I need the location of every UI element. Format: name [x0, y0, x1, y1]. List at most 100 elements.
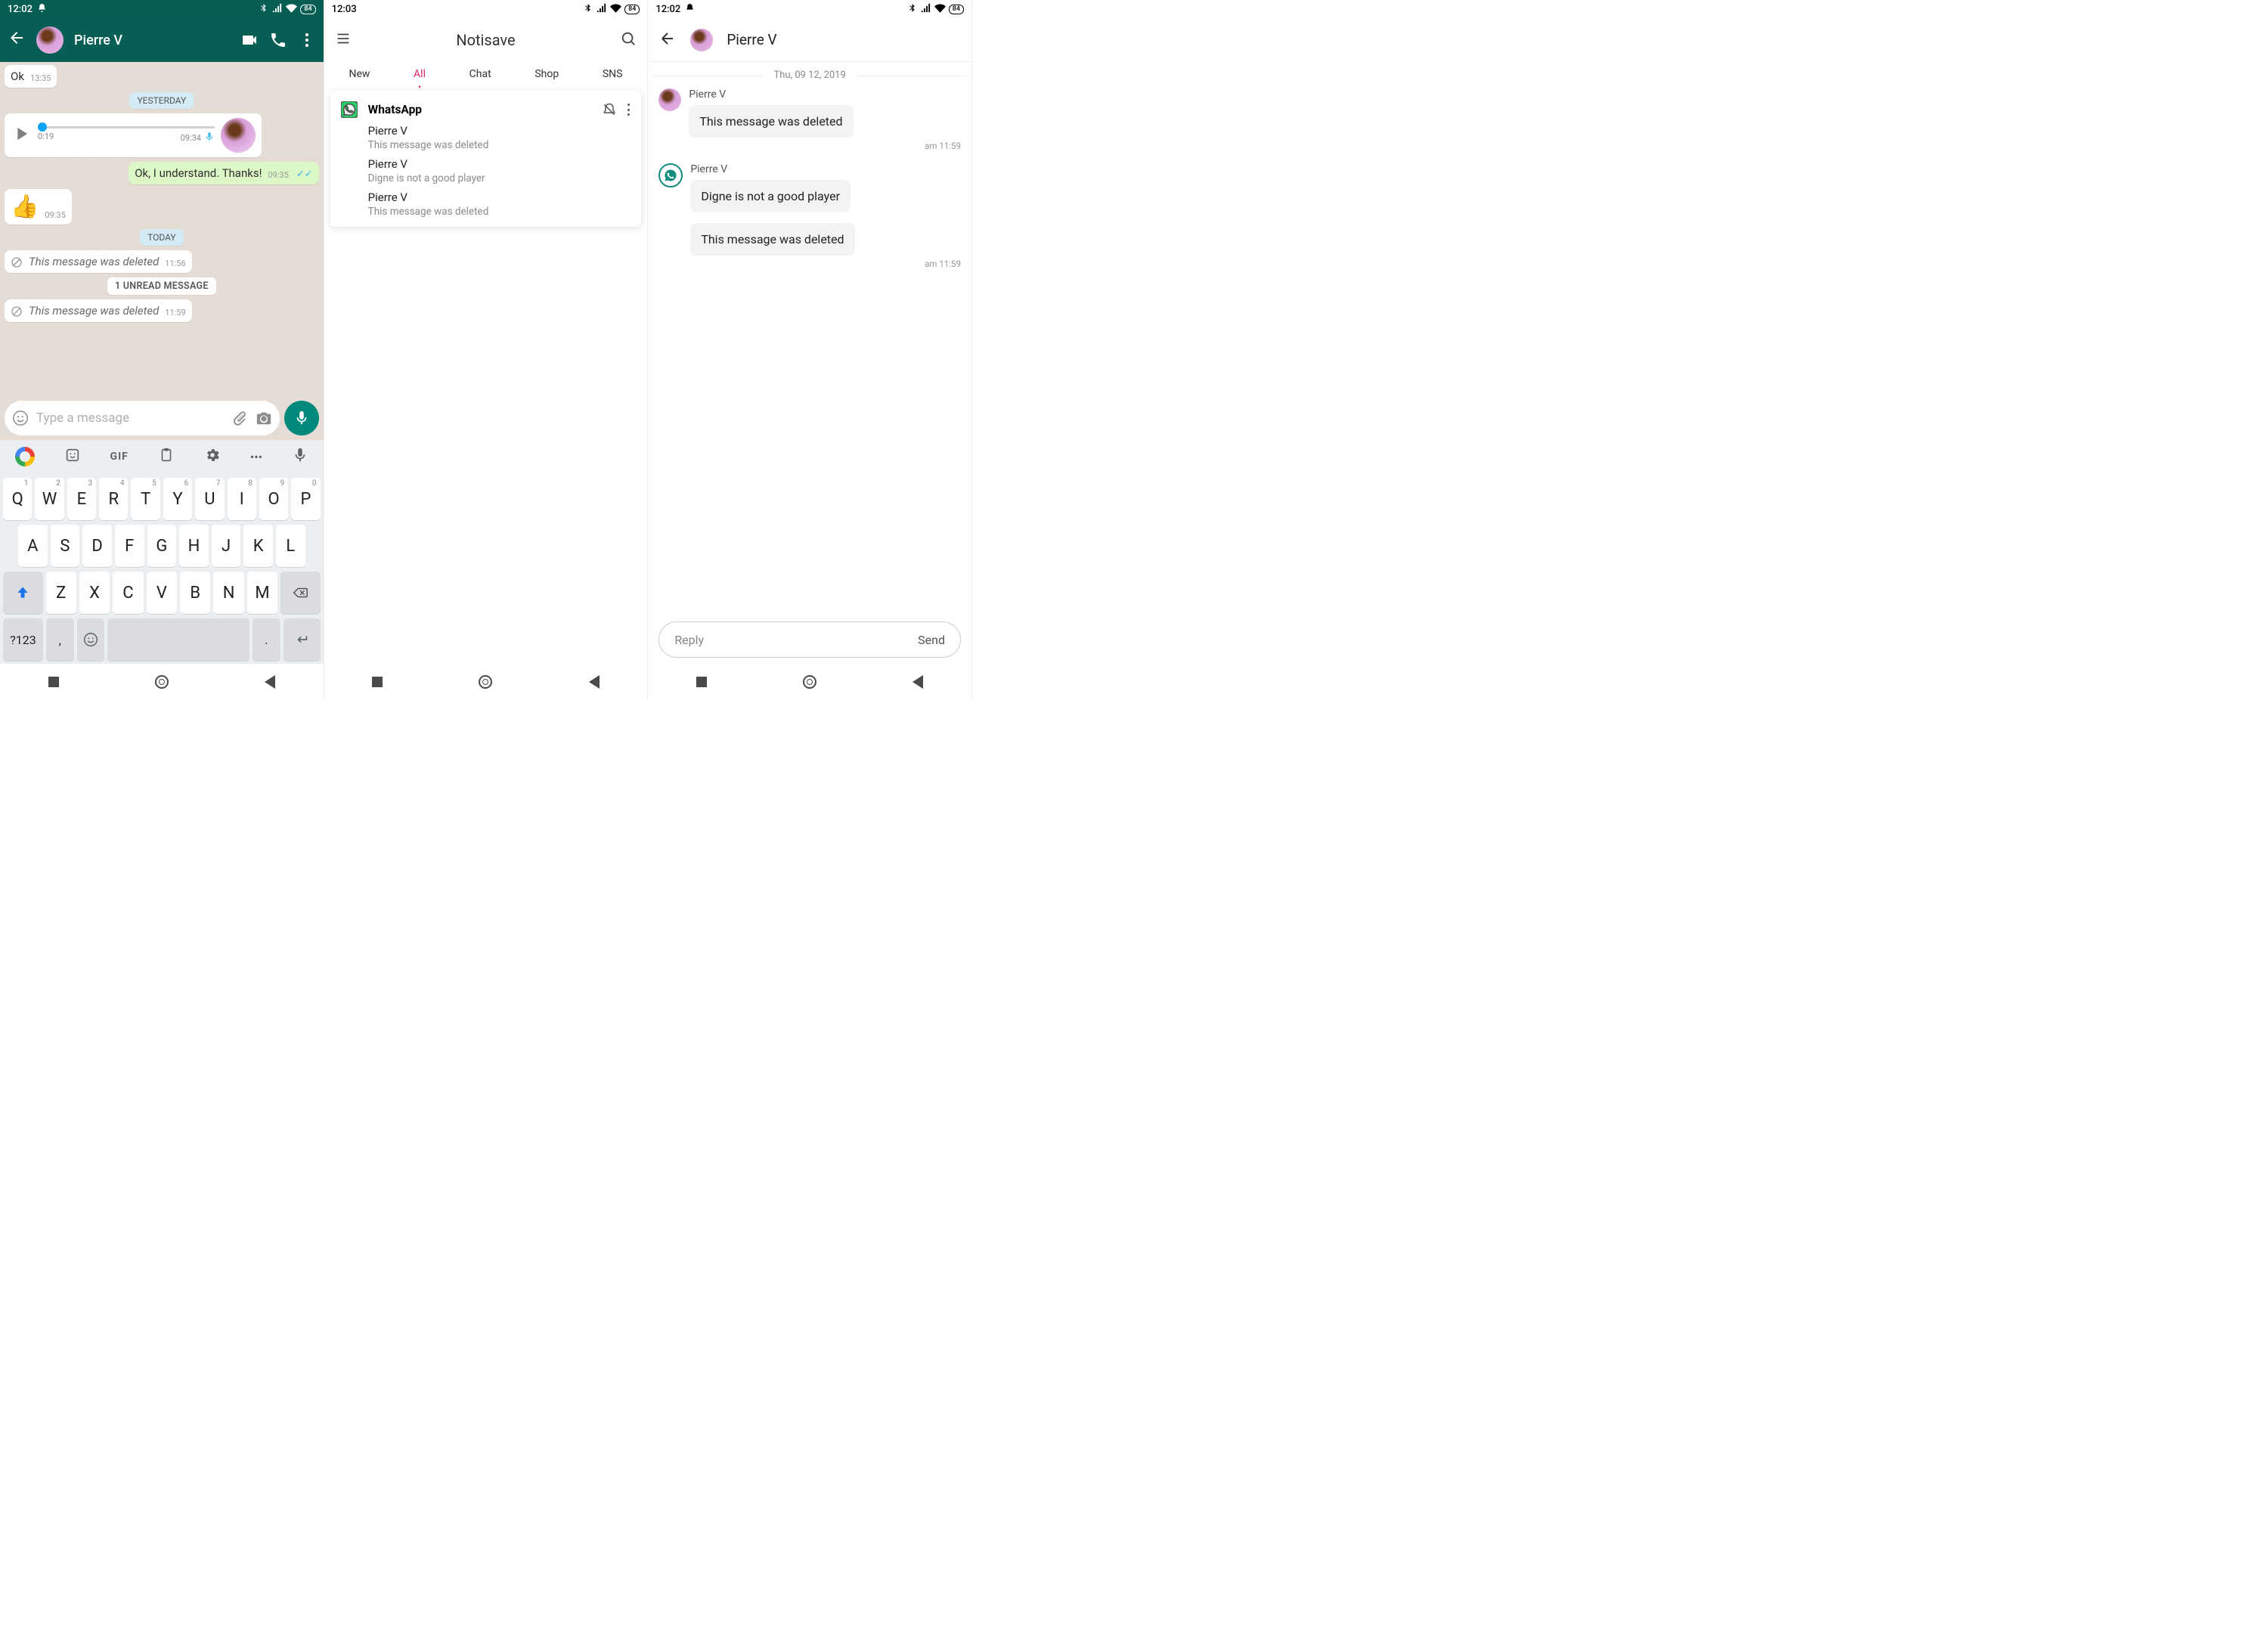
deleted-icon — [11, 305, 23, 318]
key-z[interactable]: Z — [46, 572, 76, 614]
message-time: 13:35 — [30, 73, 51, 83]
google-icon[interactable] — [15, 447, 35, 466]
mute-icon[interactable] — [602, 102, 617, 117]
search-icon[interactable] — [620, 30, 637, 50]
clipboard-icon[interactable] — [158, 447, 175, 466]
deleted-message[interactable]: This message was deleted 11:59 — [5, 299, 192, 322]
hamburger-icon[interactable] — [335, 30, 352, 50]
notif-body: This message was deleted — [368, 139, 631, 151]
key-i[interactable]: I8 — [228, 478, 256, 520]
message-bubble[interactable]: Ok 13:35 — [5, 65, 57, 88]
key-m[interactable]: M — [247, 572, 277, 614]
voice-input-icon[interactable] — [292, 447, 308, 466]
key-l[interactable]: L — [276, 525, 305, 567]
keyboard-toolbar: GIF ••• — [0, 440, 324, 473]
key-j[interactable]: J — [212, 525, 241, 567]
record-voice-button[interactable] — [284, 401, 319, 435]
sticker-icon[interactable] — [64, 447, 81, 466]
reply-input[interactable]: Reply Send — [658, 621, 961, 658]
back-button[interactable] — [265, 675, 275, 689]
send-button[interactable]: Send — [918, 633, 945, 647]
settings-icon[interactable] — [204, 447, 221, 466]
key-k[interactable]: K — [243, 525, 273, 567]
key-q[interactable]: Q1 — [3, 478, 32, 520]
contact-avatar[interactable] — [36, 26, 64, 54]
sender-name: Pierre V — [690, 163, 961, 175]
key-y[interactable]: Y6 — [163, 478, 192, 520]
key-b[interactable]: B — [180, 572, 210, 614]
shift-key[interactable] — [3, 572, 43, 614]
back-button[interactable] — [912, 675, 923, 689]
message-bubble-out[interactable]: Ok, I understand. Thanks! 09:35 ✓✓ — [129, 162, 318, 184]
tab-sns[interactable]: SNS — [603, 68, 623, 80]
more-icon[interactable] — [298, 31, 316, 49]
home-button[interactable] — [479, 675, 492, 689]
notification-item[interactable]: Pierre V This message was deleted — [368, 124, 631, 151]
message-bubble[interactable]: 👍 09:35 — [5, 189, 72, 225]
audio-track[interactable]: 0:19 09:34 — [38, 126, 215, 144]
audio-scrubber[interactable] — [38, 122, 47, 132]
video-call-icon[interactable] — [240, 31, 259, 49]
key-c[interactable]: C — [113, 572, 143, 614]
key-e[interactable]: E3 — [67, 478, 96, 520]
key-t[interactable]: T5 — [131, 478, 160, 520]
whatsapp-icon — [341, 101, 358, 118]
key-u[interactable]: U7 — [195, 478, 224, 520]
message-box[interactable]: Digne is not a good player — [690, 180, 850, 212]
attach-icon[interactable] — [231, 410, 248, 426]
audio-message[interactable]: 0:19 09:34 — [5, 113, 262, 157]
back-button[interactable] — [589, 675, 600, 689]
key-o[interactable]: O9 — [259, 478, 288, 520]
message-box[interactable]: This message was deleted — [690, 223, 854, 256]
date-separator: Thu, 09 12, 2019 — [648, 62, 971, 88]
tab-shop[interactable]: Shop — [534, 68, 559, 80]
key-d[interactable]: D — [82, 525, 112, 567]
gif-button[interactable]: GIF — [110, 451, 129, 463]
key-g[interactable]: G — [147, 525, 177, 567]
key-h[interactable]: H — [179, 525, 209, 567]
chat-area[interactable]: Ok 13:35 YESTERDAY 0:19 09:34 Ok, I unde… — [0, 62, 324, 396]
notification-item[interactable]: Pierre V This message was deleted — [368, 191, 631, 218]
contact-name[interactable]: Pierre V — [74, 33, 122, 48]
key-s[interactable]: S — [51, 525, 80, 567]
key-f[interactable]: F — [115, 525, 144, 567]
play-icon[interactable] — [11, 123, 32, 147]
symbols-key[interactable]: ?123 — [3, 618, 43, 661]
recents-button[interactable] — [48, 677, 59, 687]
contact-avatar[interactable] — [690, 29, 713, 51]
message-input[interactable]: Type a message — [5, 401, 280, 435]
phone-notisave: 12:03 84 Notisave New All Chat Shop SNS … — [324, 0, 649, 700]
back-icon[interactable] — [8, 29, 26, 51]
key-w[interactable]: W2 — [35, 478, 64, 520]
tab-all[interactable]: All — [414, 68, 426, 80]
tab-chat[interactable]: Chat — [469, 68, 491, 80]
home-button[interactable] — [803, 675, 816, 689]
notification-item[interactable]: Pierre V Digne is not a good player — [368, 157, 631, 184]
key-p[interactable]: P0 — [291, 478, 320, 520]
recents-button[interactable] — [372, 677, 383, 687]
spacebar-key[interactable] — [107, 618, 249, 661]
notification-card[interactable]: WhatsApp Pierre V This message was delet… — [330, 91, 642, 227]
back-icon[interactable] — [658, 29, 677, 51]
emoji-key[interactable] — [77, 618, 105, 661]
voice-call-icon[interactable] — [269, 31, 287, 49]
card-more-icon[interactable] — [627, 104, 631, 116]
recents-button[interactable] — [696, 677, 707, 687]
deleted-message[interactable]: This message was deleted 11:56 — [5, 250, 192, 273]
home-button[interactable] — [155, 675, 169, 689]
camera-icon[interactable] — [256, 410, 272, 426]
key-v[interactable]: V — [147, 572, 177, 614]
enter-key[interactable] — [284, 618, 321, 661]
key-x[interactable]: X — [79, 572, 110, 614]
more-dots[interactable]: ••• — [250, 450, 262, 464]
keyboard-row-4: ?123 , . — [3, 618, 321, 661]
backspace-key[interactable] — [280, 572, 321, 614]
period-key[interactable]: . — [253, 618, 280, 661]
comma-key[interactable]: , — [46, 618, 74, 661]
key-n[interactable]: N — [213, 572, 243, 614]
message-box[interactable]: This message was deleted — [689, 105, 853, 138]
key-r[interactable]: R4 — [99, 478, 128, 520]
tab-new[interactable]: New — [349, 68, 370, 80]
key-a[interactable]: A — [18, 525, 48, 567]
emoji-icon[interactable] — [12, 410, 29, 426]
